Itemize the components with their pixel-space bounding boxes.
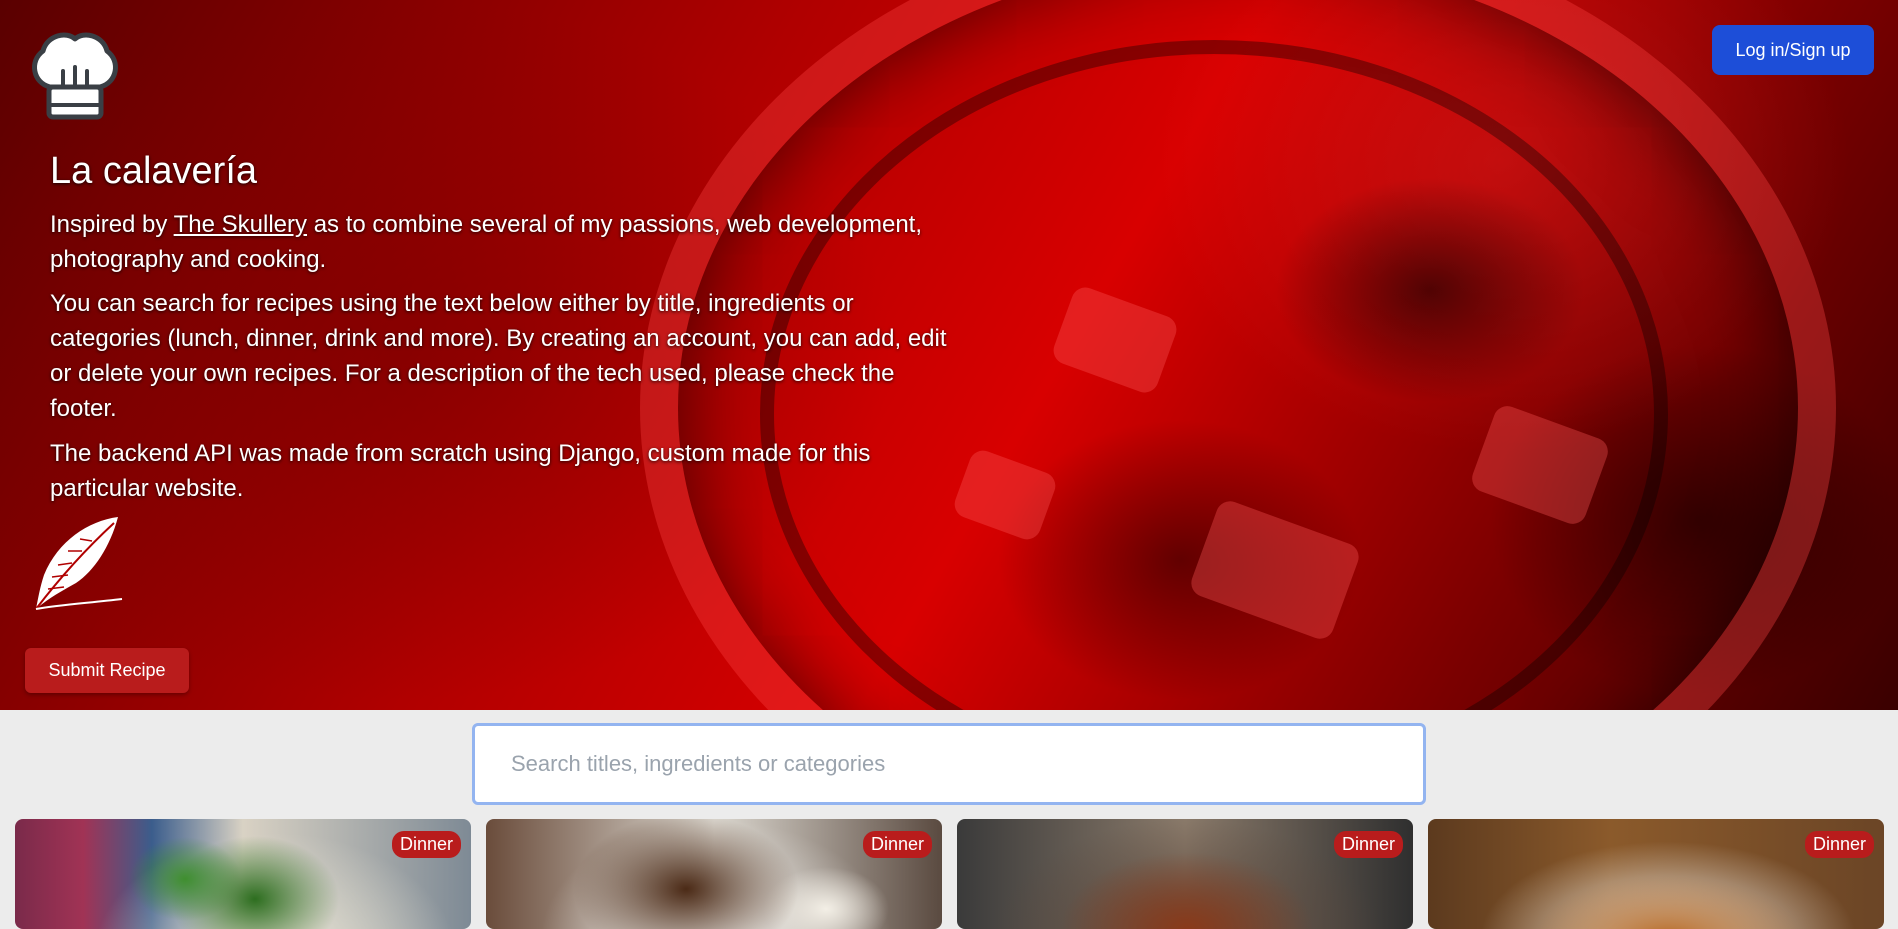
- hero-banner: La calavería Inspired by The Skullery as…: [0, 0, 1898, 710]
- category-badge: Dinner: [1333, 831, 1403, 858]
- intro-paragraph: Inspired by The Skullery as to combine s…: [50, 207, 950, 277]
- feather-quill-icon: [35, 517, 123, 610]
- intro-prefix: Inspired by: [50, 211, 174, 238]
- skullery-link[interactable]: The Skullery: [174, 211, 307, 238]
- site-title: La calavería: [50, 150, 258, 192]
- search-box: [472, 723, 1426, 805]
- backend-description-paragraph: The backend API was made from scratch us…: [50, 440, 871, 502]
- search-input[interactable]: [475, 726, 1423, 802]
- category-badge: Dinner: [862, 831, 932, 858]
- search-description-paragraph: You can search for recipes using the tex…: [50, 290, 947, 422]
- recipe-grid: Dinner Dinner Dinner Dinner: [15, 819, 1885, 929]
- login-signup-button[interactable]: Log in/Sign up: [1712, 25, 1874, 75]
- chef-hat-icon: [32, 32, 118, 120]
- category-badge: Dinner: [391, 831, 461, 858]
- category-badge: Dinner: [1804, 831, 1874, 858]
- submit-recipe-button[interactable]: Submit Recipe: [25, 648, 189, 693]
